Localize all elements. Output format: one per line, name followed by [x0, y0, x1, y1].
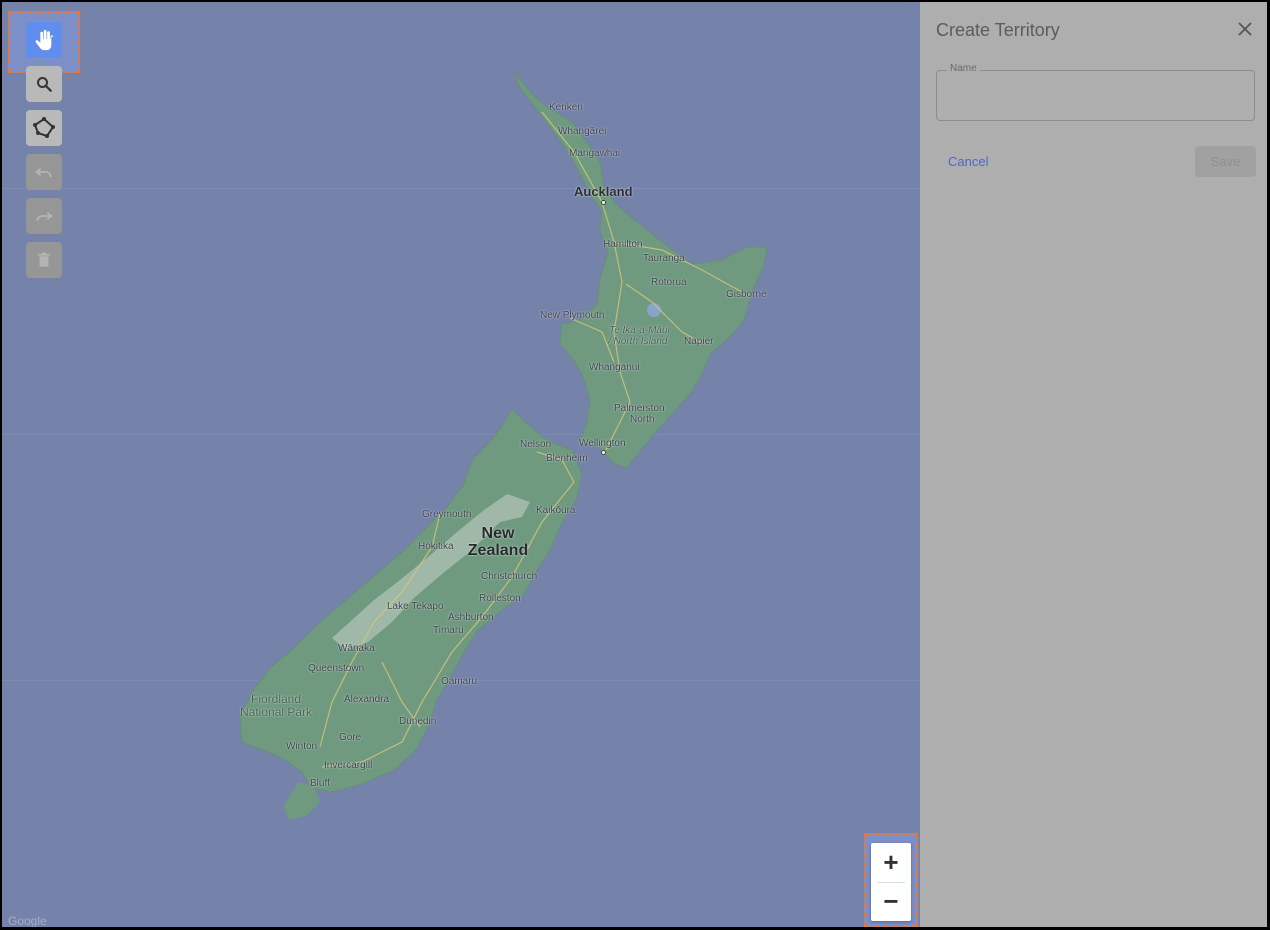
- place-palmerston-north-2: North: [630, 414, 655, 425]
- place-north-island-maori: Te Ika-a-Māui: [609, 325, 670, 336]
- search-tool-button[interactable]: [26, 66, 62, 102]
- place-nelson: Nelson: [520, 439, 552, 450]
- country-label-line1: New: [481, 525, 515, 542]
- save-button[interactable]: Save: [1195, 146, 1256, 177]
- redo-icon: [36, 211, 53, 222]
- place-alexandra: Alexandra: [344, 694, 390, 705]
- country-label: New Zealand: [460, 525, 536, 559]
- draw-polygon-button[interactable]: [26, 110, 62, 146]
- place-kaikoura: Kaikōura: [536, 505, 576, 516]
- place-whanganui: Whanganui: [589, 362, 640, 373]
- place-ashburton: Ashburton: [448, 612, 494, 623]
- country-label-line2: Zealand: [467, 542, 529, 559]
- trash-icon: [38, 252, 50, 267]
- place-gisborne: Gisborne: [726, 289, 767, 300]
- place-fiordland-park: National Park: [240, 705, 313, 719]
- panel-title: Create Territory: [936, 20, 1060, 40]
- map-landmass: [239, 71, 768, 820]
- close-button[interactable]: [1234, 18, 1256, 40]
- place-wellington: Wellington: [579, 438, 626, 449]
- map-canvas[interactable]: Kerikeri Whangārei Mangawhai Auckland Ha…: [2, 2, 920, 927]
- name-input[interactable]: [937, 71, 1254, 120]
- undo-icon: [35, 167, 52, 178]
- name-field: Name: [936, 63, 1255, 121]
- city-marker: [601, 450, 606, 455]
- place-bluff: Bluff: [310, 778, 330, 789]
- place-mangawhai: Mangawhai: [569, 148, 621, 159]
- zoom-out-button[interactable]: −: [871, 882, 911, 921]
- undo-button[interactable]: [26, 154, 62, 190]
- place-north-island: / North Island: [608, 336, 668, 347]
- create-territory-panel: Create Territory Name Cancel Save: [920, 2, 1267, 927]
- close-icon: [1238, 22, 1252, 36]
- lake-taupo-shape: [647, 303, 661, 317]
- map-toolbar: [26, 22, 64, 286]
- place-auckland: Auckland: [574, 184, 633, 199]
- pan-tool-button[interactable]: [26, 22, 62, 58]
- place-invercargill: Invercargill: [324, 760, 373, 771]
- city-marker: [601, 200, 606, 205]
- name-field-label: Name: [947, 63, 980, 74]
- app-frame: Kerikeri Whangārei Mangawhai Auckland Ha…: [2, 2, 1267, 927]
- polygon-icon: [33, 117, 55, 138]
- search-icon: [37, 77, 52, 92]
- place-lake-tekapo: Lake Tekapo: [387, 601, 444, 612]
- zoom-in-button[interactable]: +: [871, 843, 911, 882]
- place-hamilton: Hamilton: [603, 239, 643, 250]
- place-winton: Winton: [286, 741, 318, 752]
- place-tauranga: Tauranga: [643, 253, 685, 264]
- place-blenheim: Blenheim: [546, 453, 588, 464]
- place-wanaka: Wānaka: [338, 643, 375, 654]
- cancel-button[interactable]: Cancel: [948, 154, 988, 169]
- place-whangarei: Whangārei: [558, 126, 607, 137]
- place-rolleston: Rolleston: [479, 593, 521, 604]
- delete-button[interactable]: [26, 242, 62, 278]
- redo-button[interactable]: [26, 198, 62, 234]
- zoom-controls: + −: [871, 843, 911, 921]
- place-queenstown: Queenstown: [308, 663, 365, 674]
- place-timaru: Timaru: [433, 625, 464, 636]
- place-rotorua: Rotorua: [651, 277, 687, 288]
- zoom-separator: [877, 882, 905, 883]
- place-greymouth: Greymouth: [422, 509, 472, 520]
- hand-icon: [35, 29, 54, 51]
- place-fiordland: Fiordland: [251, 692, 302, 706]
- place-new-plymouth: New Plymouth: [540, 310, 605, 321]
- place-kerikeri: Kerikeri: [549, 102, 583, 113]
- place-palmerston-north: Palmerston: [614, 403, 665, 414]
- place-napier: Napier: [684, 336, 714, 347]
- place-hokitika: Hokitika: [418, 541, 454, 552]
- place-dunedin: Dunedin: [399, 716, 437, 727]
- place-christchurch: Christchurch: [481, 571, 538, 582]
- place-gore: Gore: [339, 732, 362, 743]
- map-watermark: Google: [8, 914, 47, 927]
- place-oamaru: Oamaru: [441, 676, 478, 687]
